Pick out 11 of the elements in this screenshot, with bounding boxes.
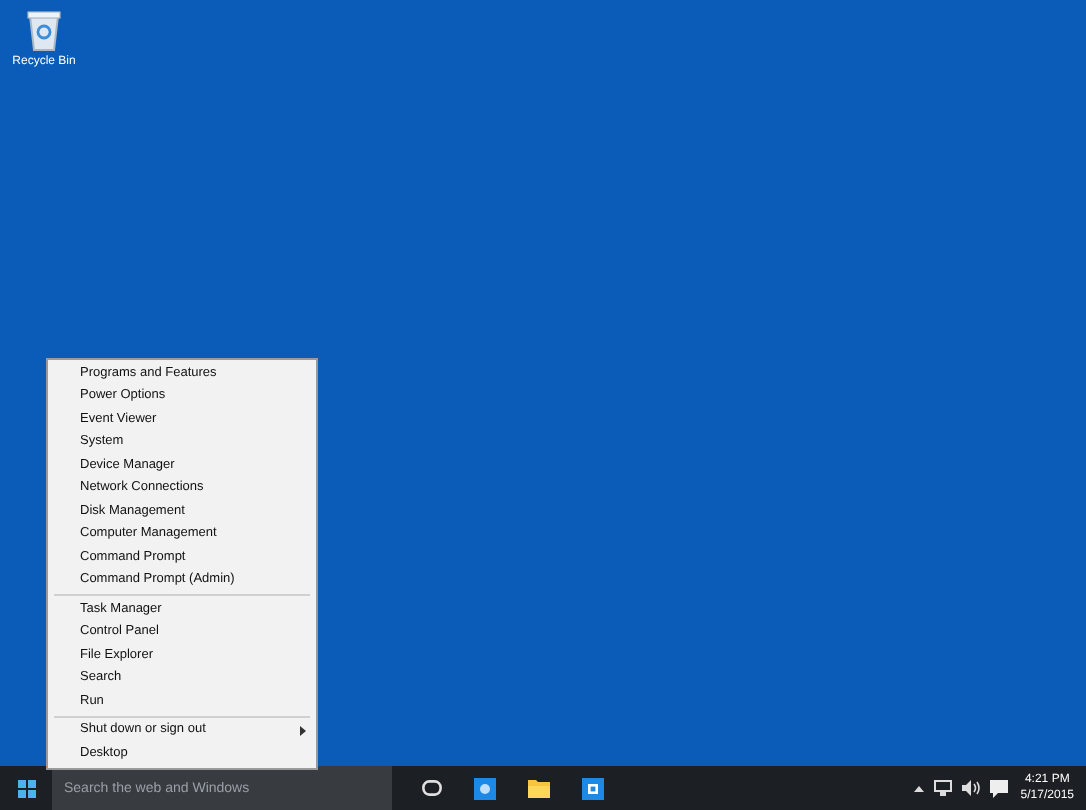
folder-icon[interactable] [528, 778, 550, 798]
windows-logo-icon [17, 779, 35, 797]
task-view-icon[interactable] [421, 780, 441, 796]
volume-icon[interactable] [962, 780, 981, 796]
network-icon[interactable] [934, 780, 953, 796]
app-icon[interactable] [474, 777, 496, 799]
submenu-arrow-icon [300, 725, 306, 736]
caret-up-icon[interactable] [914, 785, 925, 791]
store-icon[interactable] [582, 777, 604, 799]
recycle-bin-icon[interactable] [26, 8, 62, 52]
notification-icon[interactable] [990, 779, 1009, 797]
